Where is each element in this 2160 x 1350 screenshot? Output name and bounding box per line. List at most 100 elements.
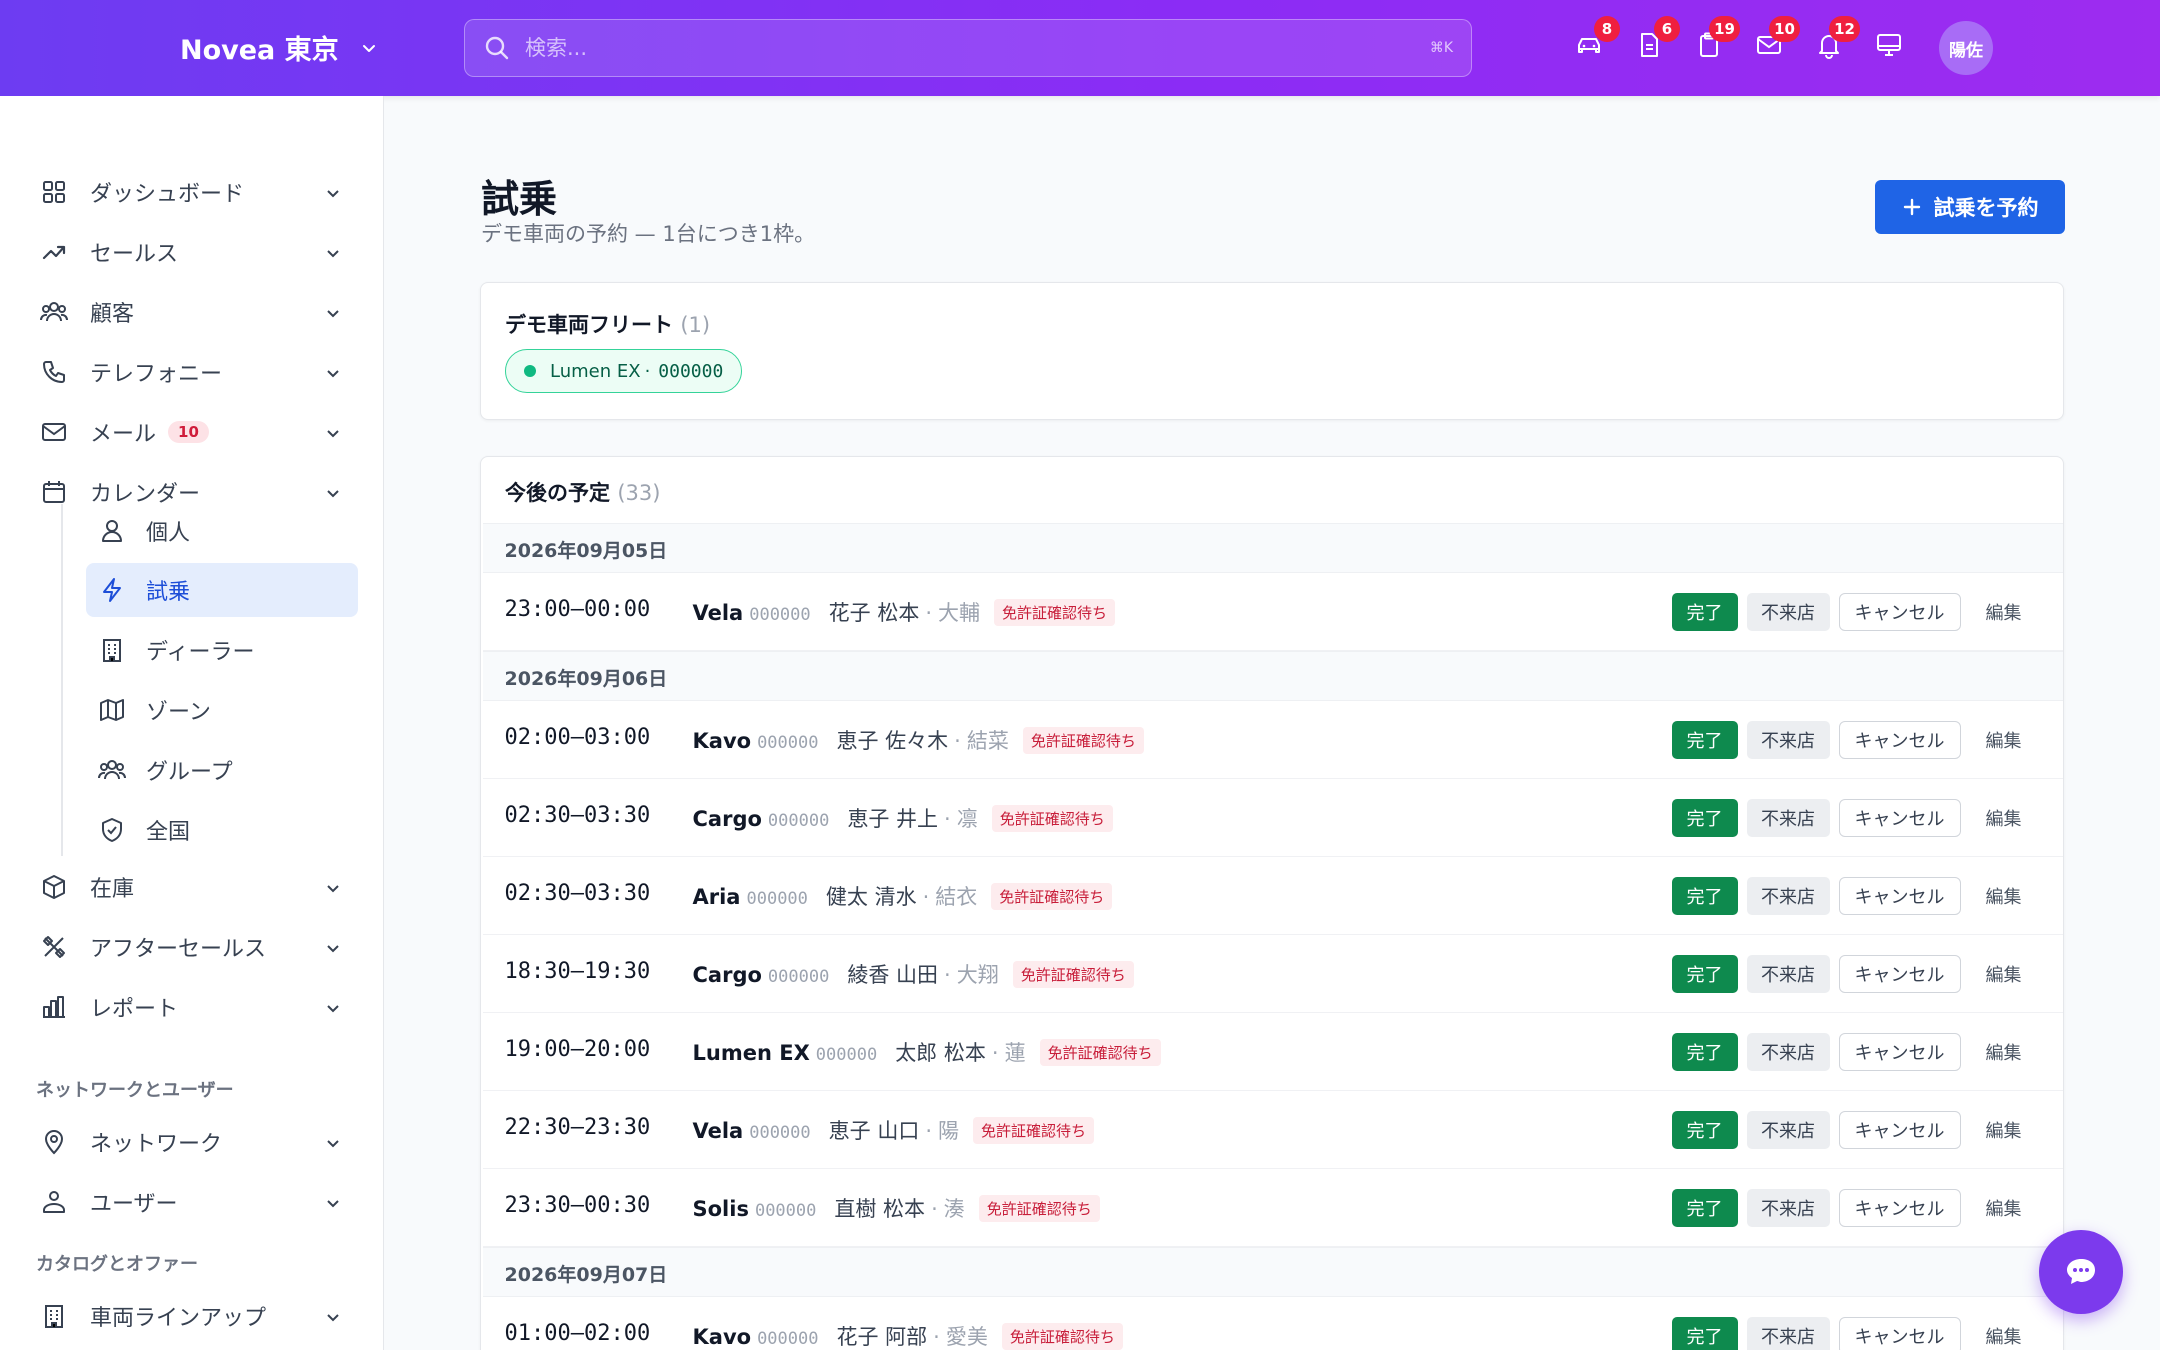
sidebar-subitem-test-drive[interactable]: 試乗 [86, 563, 358, 617]
edit-link[interactable]: 編集 [1986, 1039, 2022, 1065]
row-actions: 完了 不来店 キャンセル 編集 [1671, 877, 2022, 915]
sidebar-item-sales[interactable]: セールス [40, 230, 356, 274]
document-icon[interactable]: 6 [1634, 16, 1680, 66]
cancel-button[interactable]: キャンセル [1838, 799, 1961, 837]
test-drive-row[interactable]: 23:00–00:00 Vela 000000 花子 松本 · 大輔 免許証確認待ち 完了 不来… [482, 573, 2063, 651]
test-drive-row[interactable]: 02:30–03:30 Cargo 000000 恵子 井上 · 凛免許証確認待ち 完了 不来… [482, 779, 2063, 857]
edit-link[interactable]: 編集 [1986, 727, 2022, 753]
cancel-button[interactable]: キャンセル [1838, 1111, 1961, 1149]
cancel-button[interactable]: キャンセル [1838, 593, 1961, 631]
book-test-drive-button[interactable]: 試乗を予約 [1875, 180, 2065, 234]
trend-icon [42, 245, 66, 260]
fleet-vehicle-chip[interactable]: Lumen EX · 000000 [505, 349, 743, 393]
test-drive-row[interactable]: 19:00–20:00 Lumen EX 000000 太郎 松本 · 蓮免許証確認待ち 完… [482, 1013, 2063, 1091]
cancel-button[interactable]: キャンセル [1838, 1033, 1961, 1071]
sidebar-item-telephony[interactable]: テレフォニー [40, 350, 356, 394]
upcoming-title-text: 今後の予定 [505, 481, 610, 505]
no-show-button[interactable]: 不来店 [1746, 877, 1830, 915]
complete-button[interactable]: 完了 [1671, 1033, 1738, 1071]
search-input[interactable] [525, 36, 1385, 60]
test-drive-row[interactable]: 22:30–23:30 Vela 000000 恵子 山口 · 陽免許証確認待ち 完了 不来店… [482, 1091, 2063, 1169]
no-show-button[interactable]: 不来店 [1746, 721, 1830, 759]
no-show-button[interactable]: 不来店 [1746, 1189, 1830, 1227]
sidebar-subitem-personal[interactable]: 個人 [86, 504, 358, 558]
page-subtitle: デモ車両の予約 — 1台につき1枠。 [481, 222, 816, 246]
sidebar-subitem-zone[interactable]: ゾーン [86, 683, 358, 737]
complete-button[interactable]: 完了 [1671, 955, 1738, 993]
section-label-catalog: カタログとオファー [36, 1254, 198, 1275]
sidebar-item-dashboard[interactable]: ダッシュボード [40, 170, 356, 214]
edit-link[interactable]: 編集 [1986, 1117, 2022, 1143]
complete-button[interactable]: 完了 [1671, 1189, 1738, 1227]
event-info: Kavo 000000 恵子 佐々木 · 結菜 免許証確認待ち [693, 725, 1144, 756]
grid-icon [43, 181, 65, 203]
row-actions: 完了 不来店 キャンセル 編集 [1671, 1317, 2022, 1350]
sidebar-item-lineup[interactable]: 車両ラインアップ [40, 1294, 356, 1338]
search-box[interactable]: ⌘K [464, 19, 1472, 77]
complete-button[interactable]: 完了 [1671, 1111, 1738, 1149]
test-drive-row[interactable]: 02:00–03:00 Kavo 000000 恵子 佐々木 · 結菜 免許証確認待ち 完了不… [482, 701, 2063, 779]
status-badge: 免許証確認待ち [1039, 1039, 1161, 1066]
edit-link[interactable]: 編集 [1986, 599, 2022, 625]
test-drive-row[interactable]: 23:30–00:30 Solis 000000 直樹 松本 · 湊免許証確認待ち 完了 不来… [482, 1169, 2063, 1247]
chat-icon [2067, 1259, 2095, 1284]
sidebar-subitem-group[interactable]: グループ [86, 743, 358, 797]
test-drive-row[interactable]: 18:30–19:30 Cargo 000000 綾香 山田 · 大翔 免許証確認待ち 完了不… [482, 935, 2063, 1013]
no-show-button[interactable]: 不来店 [1746, 593, 1830, 631]
sidebar-item-network[interactable]: ネットワーク [40, 1120, 356, 1164]
sidebar-item-users[interactable]: ユーザー [40, 1180, 356, 1224]
no-show-button[interactable]: 不来店 [1746, 1033, 1830, 1071]
cancel-button[interactable]: キャンセル [1838, 877, 1961, 915]
cancel-button[interactable]: キャンセル [1838, 955, 1961, 993]
edit-link[interactable]: 編集 [1986, 805, 2022, 831]
separator: · [991, 1041, 999, 1065]
sidebar-item-label: ネットワーク [90, 1132, 223, 1157]
complete-button[interactable]: 完了 [1671, 593, 1738, 631]
chat-button[interactable] [2039, 1230, 2123, 1314]
sidebar-item-label: 試乗 [146, 580, 191, 605]
edit-link[interactable]: 編集 [1986, 961, 2022, 987]
monitor-icon[interactable] [1874, 30, 1910, 66]
complete-button[interactable]: 完了 [1671, 877, 1738, 915]
bell-icon[interactable]: 12 [1814, 16, 1860, 66]
event-info: Lumen EX 000000 太郎 松本 · 蓮免許証確認待ち [693, 1037, 1161, 1068]
event-time: 18:30–19:30 [504, 959, 651, 984]
sidebar-item-reports[interactable]: レポート [40, 985, 356, 1029]
sidebar-item-mail[interactable]: メール 10 [40, 410, 356, 454]
no-show-button[interactable]: 不来店 [1746, 955, 1830, 993]
no-show-button[interactable]: 不来店 [1746, 799, 1830, 837]
status-badge: 免許証確認待ち [994, 599, 1116, 626]
complete-button[interactable]: 完了 [1671, 1317, 1738, 1350]
sidebar-item-inventory[interactable]: 在庫 [40, 865, 356, 909]
car-icon[interactable]: 8 [1574, 16, 1620, 66]
sidebar-subitem-dealer[interactable]: ディーラー [86, 623, 358, 677]
event-info: Vela 000000 花子 松本 · 大輔 免許証確認待ち [693, 597, 1116, 628]
complete-button[interactable]: 完了 [1671, 799, 1738, 837]
cancel-button[interactable]: キャンセル [1838, 1189, 1961, 1227]
complete-button[interactable]: 完了 [1671, 721, 1738, 759]
sidebar-subitem-national[interactable]: 全国 [86, 803, 358, 857]
clipboard-icon[interactable]: 19 [1694, 16, 1740, 66]
date-label: 2026年09月06日 [504, 668, 668, 690]
mail-icon[interactable]: 10 [1754, 16, 1800, 66]
edit-link[interactable]: 編集 [1986, 1195, 2022, 1221]
sidebar-item-aftersales[interactable]: アフターセールス [40, 925, 356, 969]
avatar[interactable]: 陽佐 [1939, 21, 1993, 75]
brand-name: Novea 東京 [180, 35, 339, 66]
brand-switcher[interactable]: Novea 東京 [180, 28, 377, 67]
sidebar-item-customers[interactable]: 顧客 [40, 290, 356, 334]
no-show-button[interactable]: 不来店 [1746, 1111, 1830, 1149]
row-actions: 完了 不来店 キャンセル 編集 [1671, 1189, 2022, 1227]
test-drive-row[interactable]: 01:00–02:00 Kavo 000000 花子 阿部 · 愛美 免許証確認待ち 完了 不来… [483, 1297, 2064, 1350]
customer-name: 健太 清水 [825, 885, 917, 909]
test-drive-row[interactable]: 02:30–03:30 Aria 000000 健太 清水 · 結衣 免許証確認待ち 完了 不来… [482, 857, 2063, 935]
vehicle-plate: 000000 [815, 1045, 878, 1065]
edit-link[interactable]: 編集 [1986, 1323, 2022, 1349]
cancel-button[interactable]: キャンセル [1838, 1317, 1961, 1350]
edit-link[interactable]: 編集 [1986, 883, 2022, 909]
top-bar: Novea 東京 ⌘K 8 6 19 10 12 陽佐 [0, 0, 2160, 96]
no-show-button[interactable]: 不来店 [1746, 1317, 1830, 1350]
fleet-count: (1) [680, 313, 711, 337]
row-actions: 完了 不来店 キャンセル 編集 [1671, 593, 2022, 631]
cancel-button[interactable]: キャンセル [1838, 721, 1961, 759]
